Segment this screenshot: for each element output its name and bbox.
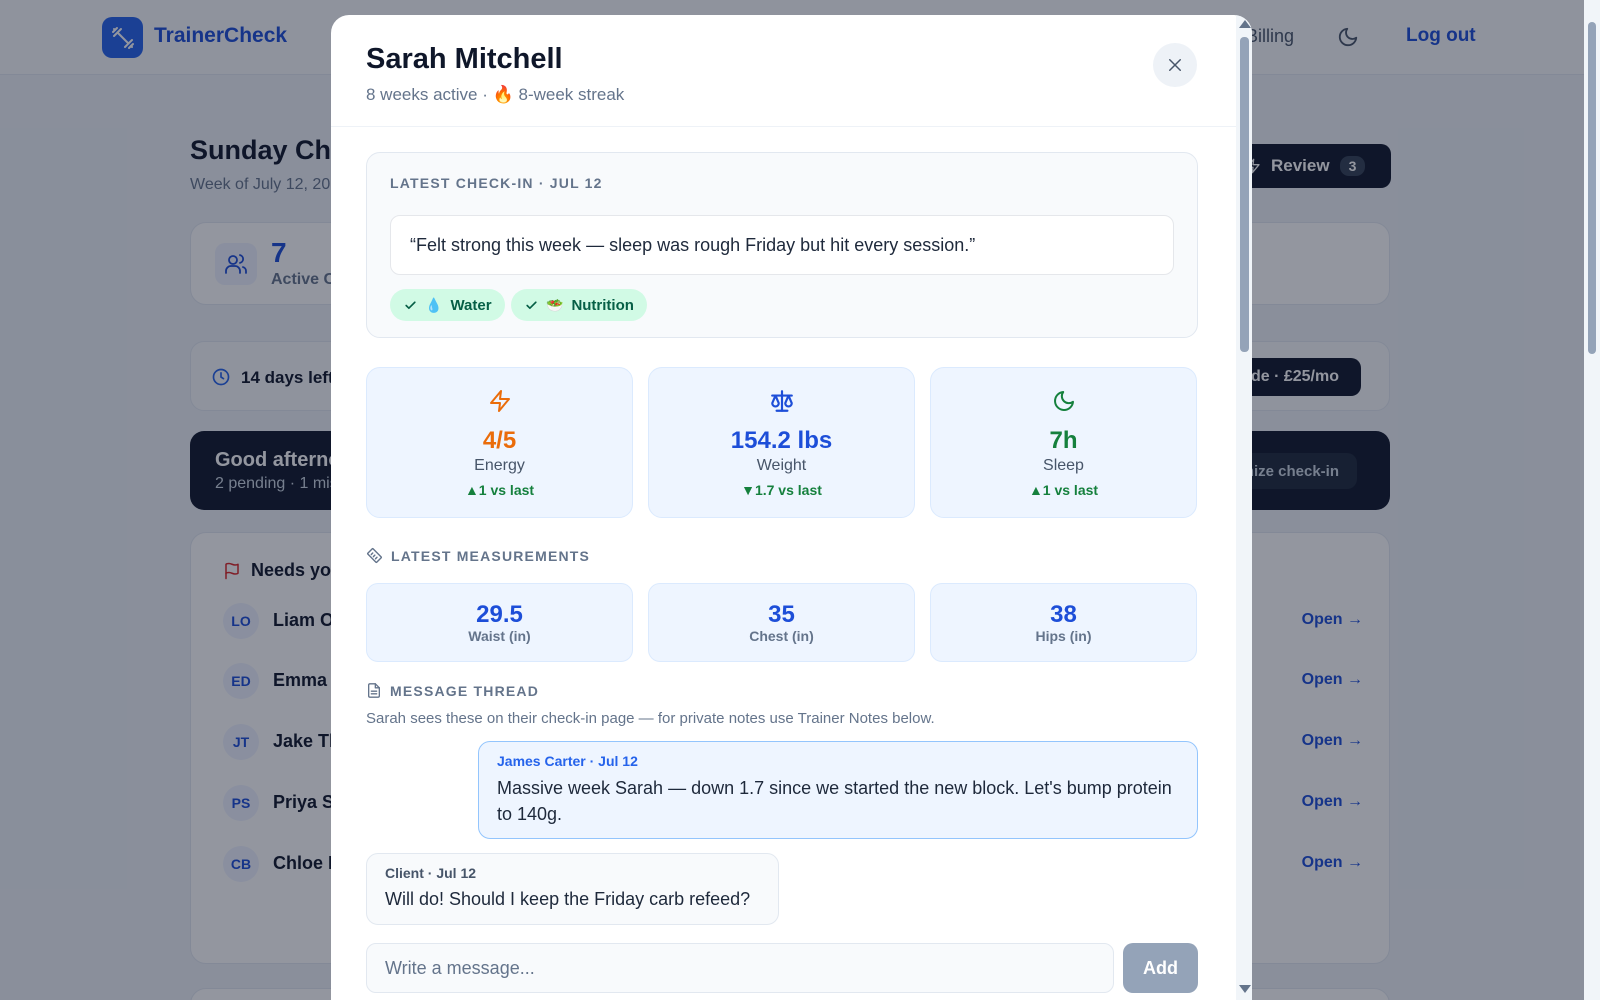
measurement-label: Chest (in) [749, 628, 814, 644]
close-icon [1169, 59, 1181, 71]
page-scrollbar[interactable] [1584, 0, 1600, 1000]
measurements-title: Latest measurements [391, 547, 591, 564]
metric-card-weight: 154.2 lbs Weight ▼1.7 vs last [648, 367, 915, 518]
message-author: Client · Jul 12 [385, 865, 477, 881]
habit-tag-water: 💧 Water [390, 289, 505, 321]
measurement-label: Hips (in) [1035, 628, 1092, 644]
metric-value: 4/5 [482, 427, 517, 454]
metric-label: Sleep [1043, 457, 1084, 474]
ruler-icon [367, 548, 382, 563]
measurement-label: Waist (in) [468, 628, 531, 644]
modal-scrollbar-thumb[interactable] [1240, 37, 1249, 352]
metric-label: Energy [474, 457, 525, 474]
message-input[interactable] [366, 943, 1114, 993]
metric-card-energy: 4/5 Energy ▲1 vs last [366, 367, 633, 518]
metric-value: 154.2 lbs [730, 427, 833, 454]
metric-label: Weight [756, 457, 807, 474]
message-bubble-trainer: James Carter · Jul 12 Massive week Sarah… [478, 741, 1198, 839]
metric-delta: ▲1 vs last [1028, 482, 1099, 498]
message-thread-note: Sarah sees these on their check-in page … [366, 710, 935, 727]
scroll-down-arrow-icon[interactable] [1239, 985, 1251, 993]
measurements-header: Latest measurements [366, 547, 590, 564]
page-scrollbar-thumb[interactable] [1588, 22, 1596, 354]
tag-label: Water [450, 296, 492, 314]
measurement-value: 38 [1050, 601, 1077, 628]
metric-delta: ▲1 vs last [464, 482, 535, 498]
scroll-up-arrow-icon[interactable] [1239, 20, 1251, 28]
latest-checkin-label: Latest check-in · Jul 12 [390, 175, 603, 191]
scale-icon [649, 388, 914, 414]
measurement-waist: 29.5 Waist (in) [366, 583, 633, 662]
check-icon [526, 300, 537, 309]
metric-value: 7h [1049, 427, 1078, 454]
tag-label: Nutrition [571, 296, 634, 314]
client-detail-modal: Sarah Mitchell 8 weeks active · 🔥 8-week… [331, 15, 1252, 1000]
water-drop-icon: 💧 [425, 296, 443, 313]
message-thread-header: Message thread [366, 682, 539, 699]
modal-header: Sarah Mitchell 8 weeks active · 🔥 8-week… [331, 15, 1236, 127]
moon-icon [931, 388, 1196, 414]
check-icon [405, 300, 416, 309]
add-message-button[interactable]: Add [1123, 943, 1198, 993]
measurement-chest: 35 Chest (in) [648, 583, 915, 662]
close-button[interactable] [1153, 43, 1197, 87]
modal-scrollbar[interactable] [1236, 15, 1252, 1000]
message-thread-title: Message thread [390, 682, 540, 699]
message-bubble-client: Client · Jul 12 Will do! Should I keep t… [366, 853, 779, 925]
measurement-hips: 38 Hips (in) [930, 583, 1197, 662]
document-icon [368, 683, 380, 698]
metric-delta: ▼1.7 vs last [741, 482, 822, 498]
measurement-value: 35 [768, 601, 795, 628]
message-text: Massive week Sarah — down 1.7 since we s… [497, 778, 1172, 824]
salad-icon: 🥗 [546, 296, 564, 313]
checkin-quote: “Felt strong this week — sleep was rough… [390, 215, 1174, 275]
latest-checkin-card: Latest check-in · Jul 12 “Felt strong th… [366, 152, 1198, 338]
client-name-title: Sarah Mitchell [366, 43, 563, 75]
client-meta: 8 weeks active · 🔥 8-week streak [366, 85, 625, 104]
habit-tag-nutrition: 🥗 Nutrition [511, 289, 647, 321]
lightning-icon [367, 388, 632, 414]
measurement-value: 29.5 [476, 601, 523, 628]
metric-card-sleep: 7h Sleep ▲1 vs last [930, 367, 1197, 518]
message-author: James Carter · Jul 12 [497, 753, 638, 769]
message-text: Will do! Should I keep the Friday carb r… [385, 889, 751, 909]
